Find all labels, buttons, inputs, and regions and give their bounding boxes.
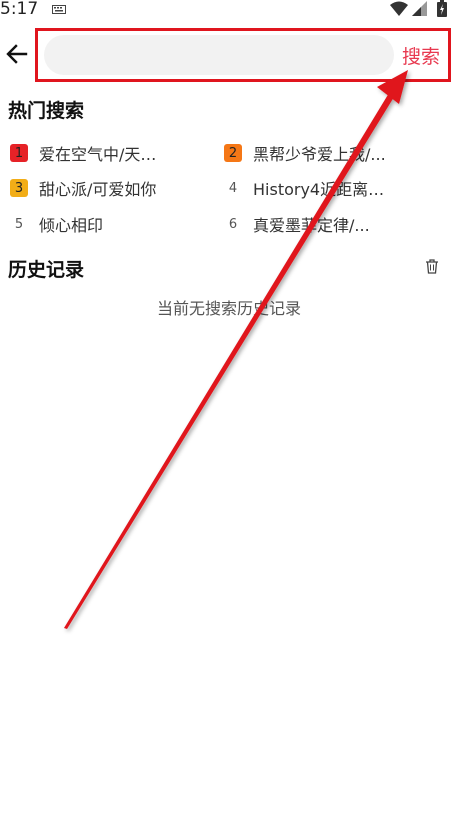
hot-search-title: 热门搜索 <box>8 100 85 122</box>
rank-badge: 2 <box>224 144 242 162</box>
rank-badge: 1 <box>10 144 28 162</box>
trash-icon[interactable] <box>425 259 439 274</box>
rank-badge: 4 <box>228 180 238 196</box>
status-bar: 5:17 <box>0 0 458 22</box>
rank-badge: 5 <box>14 216 24 232</box>
signal-icon <box>412 1 427 16</box>
rank-badge: 3 <box>10 179 28 197</box>
hot-search-text: History4近距离… <box>253 180 385 199</box>
back-arrow-icon[interactable] <box>4 40 32 68</box>
hot-search-item-5[interactable]: 5 倾心相印 <box>10 212 190 236</box>
hot-search-text: 爱在空气中/天… <box>39 145 157 164</box>
annotation-highlight-box <box>35 28 451 82</box>
hot-search-item-3[interactable]: 3 甜心派/可爱如你 <box>10 176 190 200</box>
battery-icon <box>437 0 447 17</box>
history-title: 历史记录 <box>8 259 85 281</box>
rank-badge: 6 <box>228 216 238 232</box>
history-empty-text: 当前无搜索历史记录 <box>156 299 301 318</box>
hot-search-item-2[interactable]: 2 黑帮少爷爱上我/... <box>224 141 414 165</box>
hot-search-text: 黑帮少爷爱上我/... <box>253 145 386 164</box>
hot-search-item-4[interactable]: 4 History4近距离… <box>224 176 414 200</box>
hot-search-text: 甜心派/可爱如你 <box>39 180 157 199</box>
hot-search-text: 真爱墨菲定律/... <box>253 216 370 235</box>
keyboard-icon <box>52 5 66 14</box>
hot-search-text: 倾心相印 <box>39 216 104 235</box>
status-time: 5:17 <box>0 0 39 19</box>
hot-search-item-1[interactable]: 1 爱在空气中/天… <box>10 141 190 165</box>
wifi-icon <box>390 1 408 16</box>
annotation-arrow <box>64 70 408 629</box>
hot-search-item-6[interactable]: 6 真爱墨菲定律/... <box>224 212 414 236</box>
